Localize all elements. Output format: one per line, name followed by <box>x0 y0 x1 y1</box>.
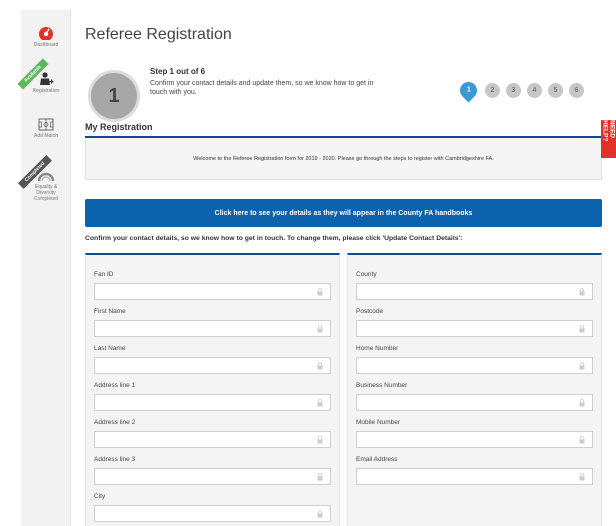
field-home-number: Home Number <box>356 345 593 374</box>
step-dot-2[interactable]: 2 <box>485 83 500 98</box>
step-dot-label: 6 <box>574 87 579 94</box>
welcome-panel: Welcome to the Referee Registration form… <box>85 138 602 180</box>
field-label: County <box>356 271 377 278</box>
field-postcode: Postcode <box>356 308 593 337</box>
field-label: Address line 2 <box>94 419 136 426</box>
step-dot-3[interactable]: 3 <box>506 83 521 98</box>
field-label: Business Number <box>356 382 408 389</box>
field-last-name: Last Name <box>94 345 331 374</box>
step-title: Step 1 out of 6 <box>150 67 206 76</box>
step-number: 1 <box>108 84 120 107</box>
lock-icon <box>579 288 585 296</box>
welcome-text: Welcome to the Referee Registration form… <box>193 155 494 162</box>
field-address-line-1: Address line 1 <box>94 382 331 411</box>
step-description: Confirm your contact details and update … <box>150 80 374 96</box>
field-county: County <box>356 271 593 300</box>
field-business-number: Business Number <box>356 382 593 411</box>
sidebar: Dashboard Registration Available Add Mat… <box>17 10 71 526</box>
sidebar-item-label: Dashboard <box>33 42 59 48</box>
sidebar-item-label: Add Match <box>34 133 58 139</box>
lock-icon <box>579 436 585 444</box>
field-label: City <box>94 493 106 500</box>
field-label: First Name <box>94 308 126 315</box>
dashboard-icon <box>39 27 53 40</box>
step-dot-label: 2 <box>490 87 495 94</box>
step-dot-1[interactable]: 1 <box>456 78 481 103</box>
field-email-address: Email Address <box>356 456 593 485</box>
sidebar-item-add-match[interactable]: Add Match <box>21 118 71 139</box>
lock-icon <box>579 399 585 407</box>
lock-icon <box>579 473 585 481</box>
sidebar-item-label: Registration <box>32 88 60 94</box>
last-name-input[interactable] <box>94 357 331 374</box>
page-title: Referee Registration <box>85 26 232 43</box>
referee-icon <box>40 72 54 85</box>
lock-icon <box>317 362 323 370</box>
email-address-input[interactable] <box>356 468 593 485</box>
field-label: Mobile Number <box>356 419 401 426</box>
step-dot-6[interactable]: 6 <box>569 83 584 98</box>
mobile-number-input[interactable] <box>356 431 593 448</box>
sidebar-item-label-line: Completed <box>33 196 59 202</box>
field-label: Fan ID <box>94 271 114 278</box>
first-name-input[interactable] <box>94 320 331 337</box>
lock-icon <box>317 473 323 481</box>
step-dot-label: 1 <box>466 87 471 94</box>
address-line-2-input[interactable] <box>94 431 331 448</box>
field-fan-id: Fan ID <box>94 271 331 300</box>
lock-icon <box>579 325 585 333</box>
county-input[interactable] <box>356 283 593 300</box>
field-label: Last Name <box>94 345 126 352</box>
city-input[interactable] <box>94 505 331 522</box>
pitch-icon <box>38 118 54 131</box>
sidebar-item-dashboard[interactable]: Dashboard <box>21 26 71 48</box>
lock-icon <box>317 510 323 518</box>
contact-column-right: County Postcode Home Number Business Num… <box>347 253 602 526</box>
lock-icon <box>579 362 585 370</box>
business-number-input[interactable] <box>356 394 593 411</box>
field-mobile-number: Mobile Number <box>356 419 593 448</box>
field-label: Address line 1 <box>94 382 136 389</box>
need-help-tab[interactable]: NEED HELP? <box>601 120 616 158</box>
step-dot-5[interactable]: 5 <box>548 83 563 98</box>
field-city: City <box>94 493 331 522</box>
confirm-instructions: Confirm your contact details, so we know… <box>85 235 463 242</box>
postcode-input[interactable] <box>356 320 593 337</box>
home-number-input[interactable] <box>356 357 593 374</box>
lock-icon <box>317 288 323 296</box>
lock-icon <box>317 325 323 333</box>
section-title: My Registration <box>85 122 153 132</box>
field-label: Postcode <box>356 308 384 315</box>
field-label: Home Number <box>356 345 399 352</box>
handbook-preview-button[interactable]: Click here to see your details as they w… <box>85 199 602 227</box>
field-first-name: First Name <box>94 308 331 337</box>
field-label: Email Address <box>356 456 398 463</box>
field-label: Address line 3 <box>94 456 136 463</box>
lock-icon <box>317 436 323 444</box>
step-dot-label: 5 <box>553 87 558 94</box>
field-address-line-2: Address line 2 <box>94 419 331 448</box>
address-line-3-input[interactable] <box>94 468 331 485</box>
step-dot-label: 3 <box>511 87 516 94</box>
contact-column-left: Fan ID First Name Last Name Address line… <box>85 253 340 526</box>
address-line-1-input[interactable] <box>94 394 331 411</box>
field-address-line-3: Address line 3 <box>94 456 331 485</box>
fan-id-input[interactable] <box>94 283 331 300</box>
step-number-circle: 1 <box>88 70 140 122</box>
step-dot-label: 4 <box>532 87 537 94</box>
step-dot-4[interactable]: 4 <box>527 83 542 98</box>
lock-icon <box>317 399 323 407</box>
